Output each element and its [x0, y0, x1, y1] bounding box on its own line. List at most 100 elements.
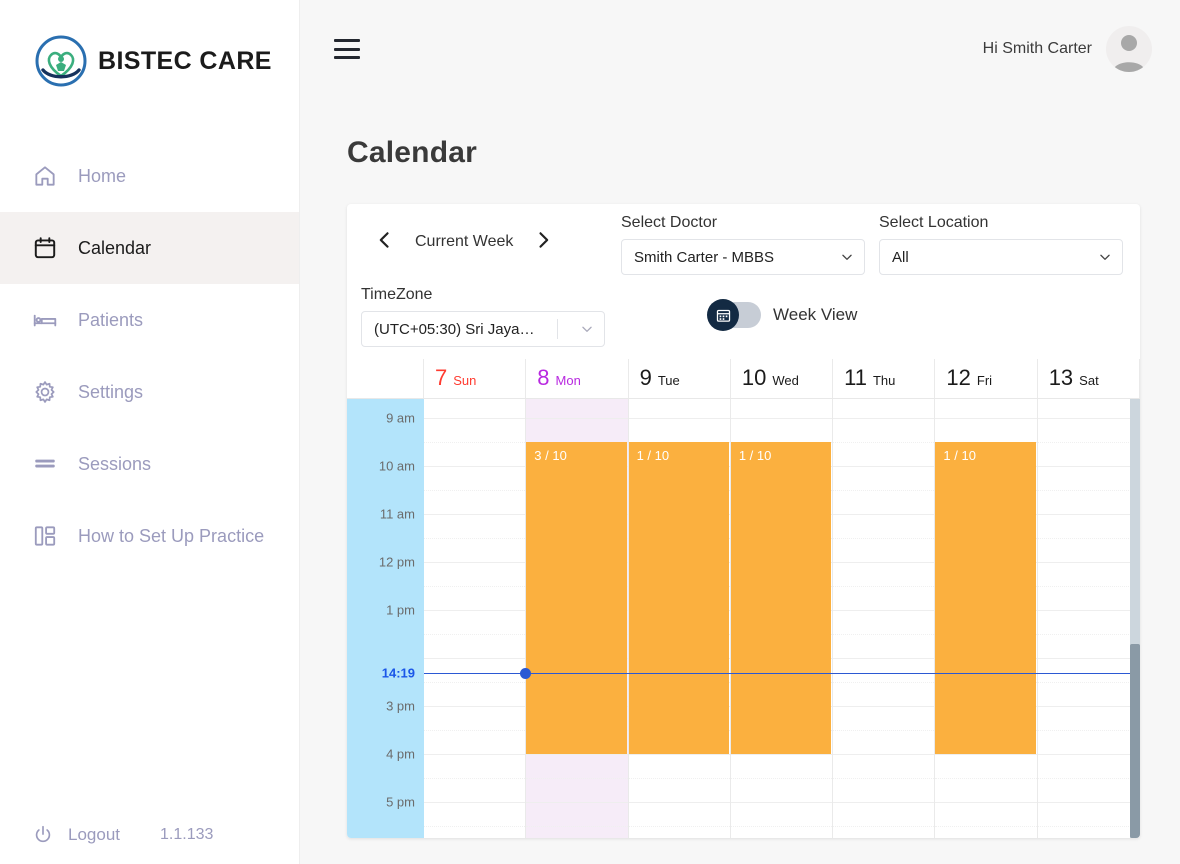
chevron-down-icon — [840, 250, 854, 264]
time-label: 5 pm — [386, 795, 415, 810]
grid-line — [935, 418, 1036, 419]
chevron-down-icon — [1098, 250, 1112, 264]
prev-week-button[interactable] — [371, 230, 399, 254]
day-number: 9 — [640, 367, 652, 389]
day-header-fri[interactable]: 12Fri — [935, 359, 1037, 398]
day-column-sun[interactable] — [424, 399, 526, 838]
location-select[interactable]: All — [879, 239, 1123, 275]
sidebar-item-label: Patients — [78, 311, 143, 329]
day-column-fri[interactable]: 1 / 10 — [935, 399, 1037, 838]
grid-line — [424, 490, 525, 491]
user-avatar-icon — [1106, 26, 1152, 72]
toggle-track[interactable] — [709, 302, 761, 328]
avatar[interactable] — [1106, 26, 1152, 72]
calendar-event[interactable]: 1 / 10 — [935, 442, 1035, 754]
sidebar-item-label: Home — [78, 167, 126, 185]
calendar-toggle-icon — [715, 307, 732, 324]
day-name: Fri — [977, 374, 992, 387]
day-header-sun[interactable]: 7Sun — [424, 359, 526, 398]
time-label: 12 pm — [379, 555, 415, 570]
timezone-select[interactable]: (UTC+05:30) Sri Jaya… — [361, 311, 605, 347]
day-header-wed[interactable]: 10Wed — [731, 359, 833, 398]
grid-line — [629, 778, 730, 779]
doctor-value: Smith Carter - MBBS — [634, 249, 774, 266]
sidebar-item-patients[interactable]: Patients — [0, 284, 299, 356]
time-gutter-header — [347, 359, 424, 398]
calendar-event[interactable]: 3 / 10 — [526, 442, 626, 754]
page-title: Calendar — [300, 98, 1180, 170]
grid-line — [1038, 682, 1139, 683]
user-area: Hi Smith Carter — [983, 26, 1152, 72]
greeting-label: Hi Smith Carter — [983, 40, 1092, 58]
day-number: 11 — [844, 367, 867, 389]
day-header-tue[interactable]: 9Tue — [629, 359, 731, 398]
time-label: 4 pm — [386, 747, 415, 762]
grid-line — [833, 658, 934, 659]
grid-line — [424, 802, 525, 803]
day-column-sat[interactable] — [1038, 399, 1140, 838]
layout-icon — [32, 523, 58, 549]
grid-line — [629, 826, 730, 827]
app-root: BISTEC CARE Home — [0, 0, 1180, 864]
sidebar-item-label: How to Set Up Practice — [78, 527, 264, 545]
day-header-sat[interactable]: 13Sat — [1038, 359, 1140, 398]
grid-line — [833, 754, 934, 755]
calendar-scrollbar-thumb[interactable] — [1130, 644, 1140, 838]
calendar-card: Current Week Select Doctor Smith Carter … — [347, 204, 1140, 838]
grid-line — [424, 730, 525, 731]
day-header-mon[interactable]: 8Mon — [526, 359, 628, 398]
calendar-event[interactable]: 1 / 10 — [731, 442, 831, 754]
grid-line — [833, 490, 934, 491]
grid-line — [833, 778, 934, 779]
day-column-wed[interactable]: 1 / 10 — [731, 399, 833, 838]
calendar-event[interactable]: 1 / 10 — [629, 442, 729, 754]
current-time-label: 14:19 — [382, 666, 415, 681]
sidebar-item-settings[interactable]: Settings — [0, 356, 299, 428]
sidebar-item-calendar[interactable]: Calendar — [0, 212, 299, 284]
grid-line — [1038, 418, 1139, 419]
grid-line — [424, 418, 525, 419]
doctor-select[interactable]: Smith Carter - MBBS — [621, 239, 865, 275]
grid-line — [424, 466, 525, 467]
location-label: Select Location — [879, 214, 1123, 232]
day-column-tue[interactable]: 1 / 10 — [629, 399, 731, 838]
grid-line — [731, 826, 832, 827]
grid-line — [833, 802, 934, 803]
grid-line — [833, 826, 934, 827]
calendar-day-headers: 7Sun8Mon9Tue10Wed11Thu12Fri13Sat — [347, 359, 1140, 399]
grid-line — [1038, 802, 1139, 803]
day-header-thu[interactable]: 11Thu — [833, 359, 935, 398]
grid-line — [731, 754, 832, 755]
hamburger-icon[interactable] — [334, 39, 360, 59]
grid-line — [1038, 562, 1139, 563]
sidebar-item-sessions[interactable]: Sessions — [0, 428, 299, 500]
grid-line — [1038, 610, 1139, 611]
timezone-label: TimeZone — [361, 286, 605, 304]
grid-line — [935, 802, 1036, 803]
grid-line — [833, 514, 934, 515]
grid-line — [424, 610, 525, 611]
day-number: 8 — [537, 367, 549, 389]
calendar-controls: Current Week Select Doctor Smith Carter … — [347, 204, 1140, 359]
grid-line — [731, 778, 832, 779]
toggle-knob — [707, 299, 739, 331]
sidebar-item-home[interactable]: Home — [0, 140, 299, 212]
logout-button[interactable]: Logout — [32, 824, 120, 846]
day-column-thu[interactable] — [833, 399, 935, 838]
home-icon — [32, 163, 58, 189]
next-week-button[interactable] — [529, 230, 557, 254]
calendar-scrollbar[interactable] — [1130, 399, 1140, 838]
grid-line — [424, 754, 525, 755]
grid-line — [935, 778, 1036, 779]
week-navigation: Current Week — [371, 230, 557, 254]
sidebar-item-how-to-set-up-practice[interactable]: How to Set Up Practice — [0, 500, 299, 572]
calendar-icon — [32, 235, 58, 261]
sidebar: BISTEC CARE Home — [0, 0, 300, 864]
doctor-field: Select Doctor Smith Carter - MBBS — [621, 214, 865, 275]
day-column-mon[interactable]: 3 / 10 — [526, 399, 628, 838]
grid-line — [424, 538, 525, 539]
grid-line — [1038, 490, 1139, 491]
week-view-toggle[interactable]: Week View — [709, 302, 857, 328]
grid-line — [731, 802, 832, 803]
grid-line — [833, 538, 934, 539]
